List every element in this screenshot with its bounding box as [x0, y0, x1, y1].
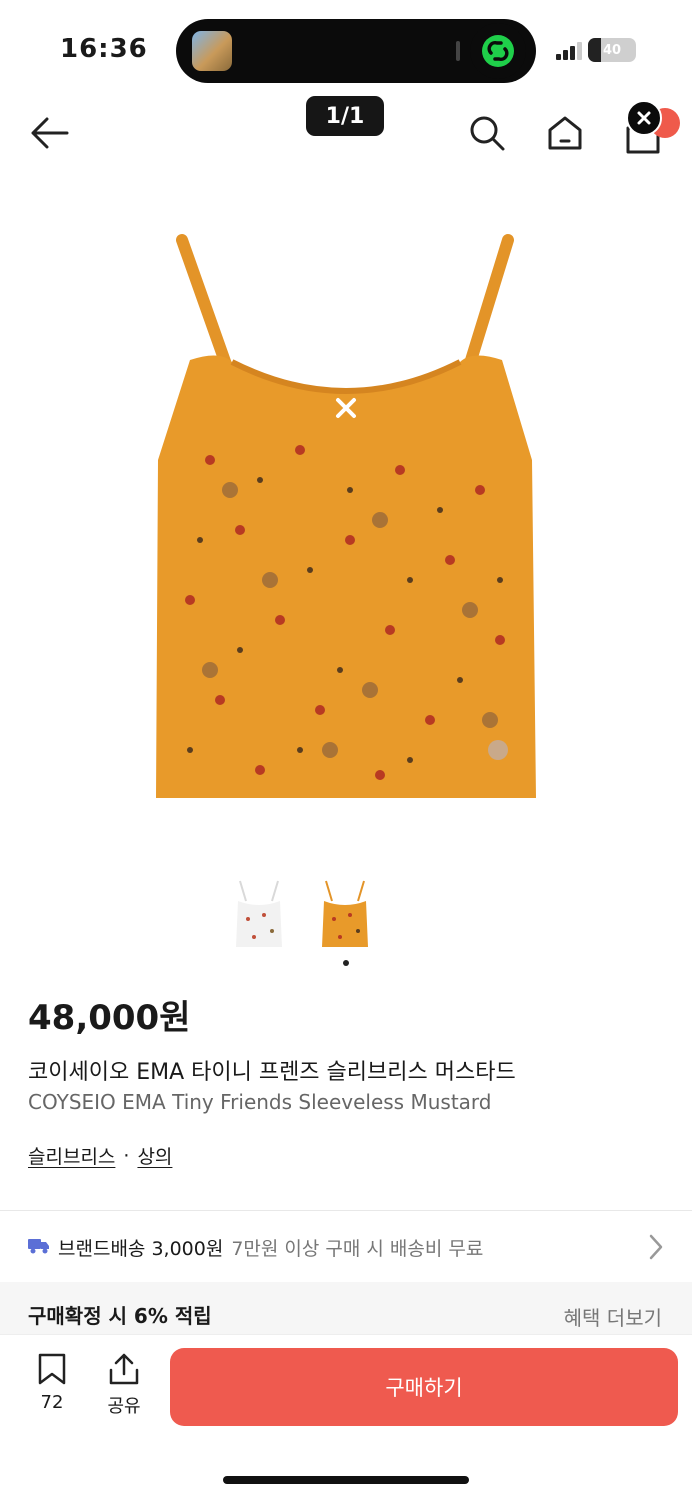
page-indicator: 1/1 — [306, 96, 384, 136]
share-icon — [109, 1353, 139, 1385]
bookmark-count: 72 — [40, 1392, 64, 1413]
shipping-row[interactable]: 브랜드배송 3,000원 7만원 이상 구매 시 배송비 무료 — [28, 1230, 668, 1264]
home-icon[interactable] — [542, 110, 588, 156]
close-icon[interactable] — [626, 100, 662, 136]
more-benefits-link[interactable]: 혜택 더보기 — [564, 1302, 662, 1331]
status-time: 16:36 — [60, 34, 148, 64]
share-label: 공유 — [107, 1396, 141, 1417]
purchase-reward: 구매확정 시 6% 적립 — [28, 1304, 212, 1328]
truck-icon — [28, 1236, 50, 1259]
carousel-dot — [343, 960, 349, 966]
breadcrumb: 슬리브리스 · 상의 — [28, 1142, 172, 1169]
category-link-sleeveless[interactable]: 슬리브리스 — [28, 1142, 115, 1169]
bookmark-icon — [38, 1353, 66, 1385]
search-icon[interactable] — [464, 110, 510, 156]
chevron-right-icon[interactable] — [646, 1232, 666, 1266]
product-name-korean: 코이세이오 EMA 타이니 프렌즈 슬리브리스 머스타드 — [28, 1060, 516, 1085]
category-separator: · — [123, 1144, 130, 1167]
share-button[interactable]: 공유 — [96, 1352, 152, 1418]
product-name-english: COYSEIO EMA Tiny Friends Sleeveless Must… — [28, 1090, 492, 1114]
island-divider — [456, 41, 460, 61]
cellular-signal-icon — [556, 40, 582, 60]
thumbnail-mustard[interactable] — [318, 878, 372, 950]
shipping-note: 7만원 이상 구매 시 배송비 무료 — [231, 1237, 484, 1260]
shipping-fee: 브랜드배송 3,000원 — [58, 1237, 224, 1260]
buy-button[interactable]: 구매하기 — [170, 1348, 678, 1426]
battery-level: 40 — [602, 42, 622, 58]
section-divider — [0, 1210, 692, 1211]
thumbnail-white[interactable] — [232, 878, 286, 950]
battery-icon: 40 — [588, 38, 636, 62]
back-arrow-icon[interactable] — [26, 110, 72, 156]
bookmark-button[interactable]: 72 — [24, 1352, 80, 1413]
dynamic-island[interactable] — [176, 19, 536, 83]
product-image[interactable] — [150, 230, 542, 800]
product-price: 48,000원 — [28, 998, 191, 1038]
home-indicator[interactable] — [223, 1476, 469, 1484]
link-app-icon — [470, 23, 526, 79]
category-link-tops[interactable]: 상의 — [137, 1142, 172, 1169]
now-playing-thumbnail — [192, 31, 232, 71]
